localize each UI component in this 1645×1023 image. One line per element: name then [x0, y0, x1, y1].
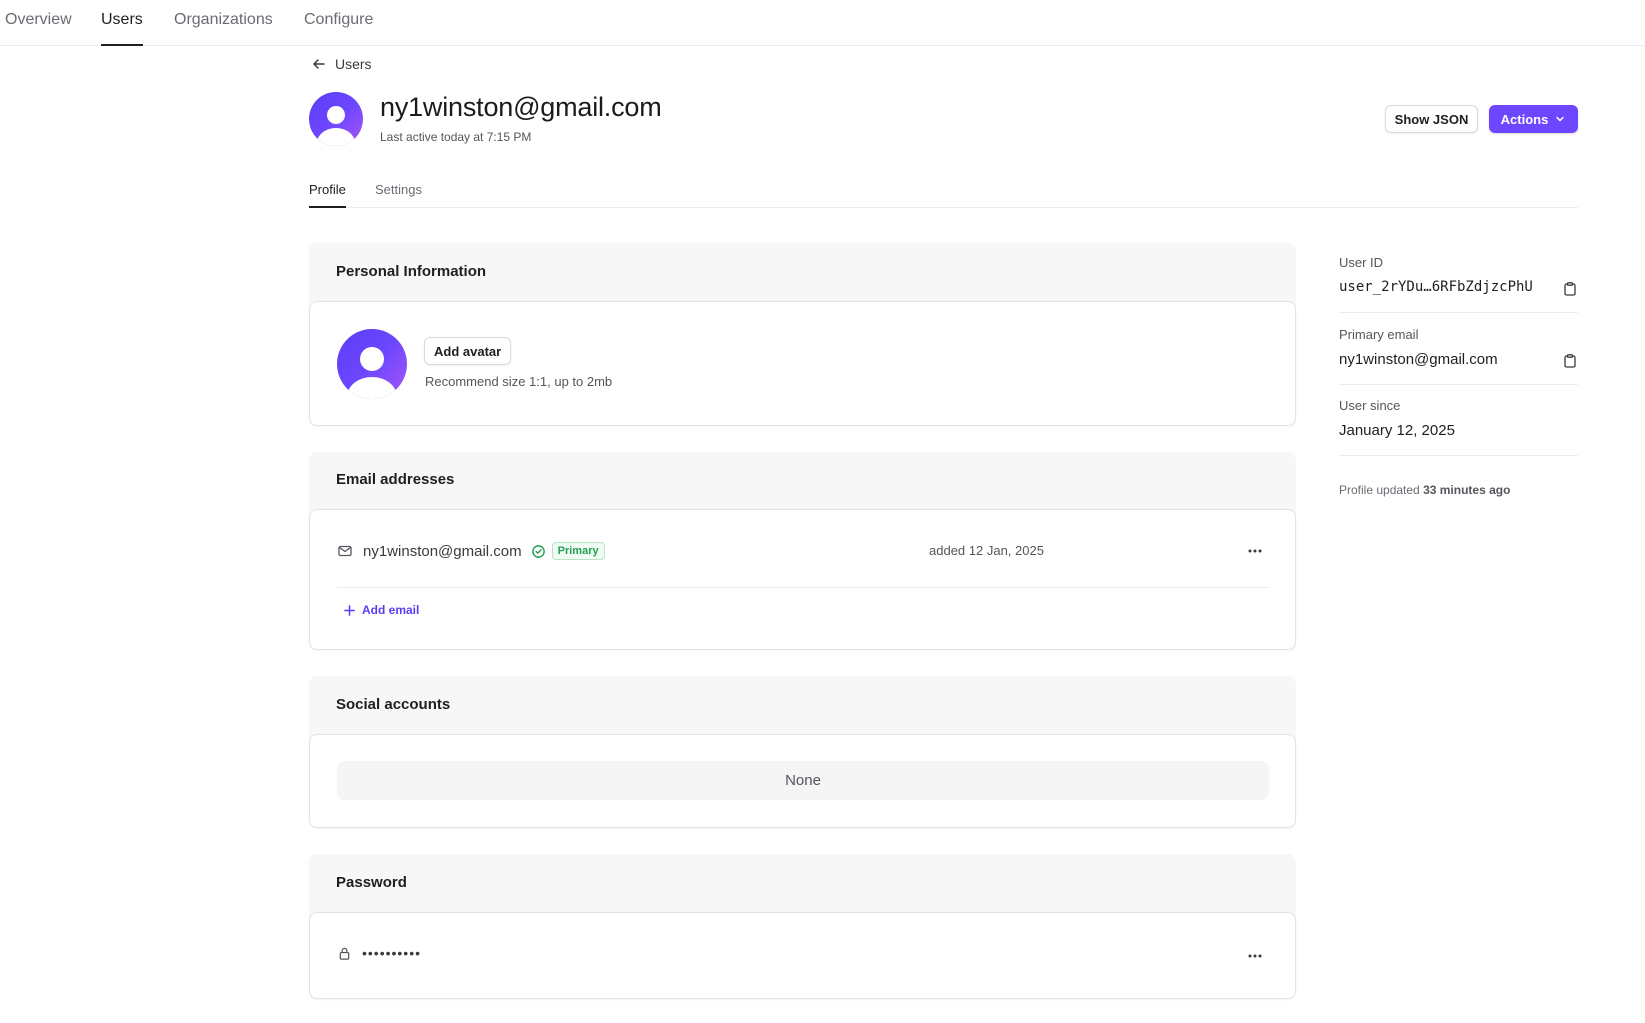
more-horizontal-icon — [1248, 954, 1262, 958]
user-avatar — [309, 92, 363, 146]
primary-email-value: ny1winston@gmail.com — [1339, 351, 1498, 368]
user-since-field: User since January 12, 2025 — [1339, 398, 1578, 456]
divider — [337, 587, 1269, 588]
email-added-date: added 12 Jan, 2025 — [929, 543, 1044, 558]
primary-badge: Primary — [551, 542, 605, 560]
nav-organizations[interactable]: Organizations — [174, 11, 273, 46]
profile-updated-text: Profile updated 33 minutes ago — [1339, 483, 1510, 497]
clipboard-icon[interactable] — [1562, 281, 1578, 297]
profile-tabs: Profile Settings — [309, 176, 1578, 208]
social-accounts-card: None — [309, 734, 1296, 828]
user-id-label: User ID — [1339, 255, 1384, 270]
user-since-label: User since — [1339, 398, 1401, 413]
section-title: Password — [336, 874, 407, 891]
more-horizontal-icon — [1248, 549, 1262, 553]
tab-profile[interactable]: Profile — [309, 182, 346, 208]
profile-updated-time: 33 minutes ago — [1423, 483, 1511, 497]
arrow-left-icon — [313, 59, 325, 69]
email-more-options-button[interactable] — [1245, 541, 1265, 561]
password-card: •••••••••• — [309, 912, 1296, 999]
primary-email-field: Primary email ny1winston@gmail.com — [1339, 327, 1578, 385]
profile-updated-prefix: Profile updated — [1339, 483, 1420, 497]
add-email-label: Add email — [362, 603, 420, 617]
lock-icon — [339, 947, 350, 960]
user-since-value: January 12, 2025 — [1339, 422, 1455, 439]
nav-overview[interactable]: Overview — [5, 11, 72, 46]
password-more-options-button[interactable] — [1245, 946, 1265, 966]
primary-email-label: Primary email — [1339, 327, 1419, 342]
check-circle-icon — [531, 544, 545, 558]
page-title: ny1winston@gmail.com — [380, 92, 662, 122]
personal-information-card: Add avatar Recommend size 1:1, up to 2mb — [309, 301, 1296, 426]
user-id-value: user_2rYDu…6RFbZdjzcPhU — [1339, 279, 1533, 295]
email-address: ny1winston@gmail.com — [363, 542, 522, 560]
breadcrumb-label: Users — [335, 56, 372, 72]
back-to-users-link[interactable]: Users — [311, 54, 372, 74]
empty-state: None — [337, 761, 1269, 800]
actions-button[interactable]: Actions — [1489, 105, 1578, 133]
password-masked: •••••••••• — [362, 945, 422, 961]
password-section: Password •••••••••• — [309, 854, 1296, 999]
password-row: •••••••••• — [337, 945, 421, 961]
add-email-button[interactable]: Add email — [343, 603, 419, 617]
nav-users[interactable]: Users — [101, 11, 143, 46]
profile-avatar[interactable] — [337, 329, 407, 399]
tab-settings[interactable]: Settings — [375, 182, 422, 208]
actions-label: Actions — [1500, 111, 1549, 127]
section-title: Social accounts — [336, 696, 451, 713]
chevron-down-icon — [1556, 116, 1565, 122]
user-id-field: User ID user_2rYDu…6RFbZdjzcPhU — [1339, 255, 1578, 313]
avatar-hint: Recommend size 1:1, up to 2mb — [425, 374, 613, 389]
nav-configure[interactable]: Configure — [304, 11, 373, 46]
section-title: Email addresses — [336, 471, 455, 488]
add-avatar-button[interactable]: Add avatar — [424, 337, 512, 365]
personal-information-section: Personal Information Add avatar Recommen… — [309, 243, 1296, 426]
top-nav: Overview Users Organizations Configure — [0, 0, 1645, 46]
email-addresses-card: ny1winston@gmail.com Primary added 12 Ja… — [309, 509, 1296, 650]
list-item: ny1winston@gmail.com Primary — [337, 536, 1269, 566]
show-json-button[interactable]: Show JSON — [1385, 105, 1478, 133]
plus-icon — [344, 604, 355, 616]
email-addresses-section: Email addresses ny1winston@gmail.com Pri… — [309, 452, 1296, 650]
mail-icon — [338, 545, 352, 557]
clipboard-icon[interactable] — [1562, 353, 1578, 369]
last-active-text: Last active today at 7:15 PM — [380, 130, 532, 144]
section-title: Personal Information — [336, 263, 487, 280]
social-accounts-section: Social accounts None — [309, 676, 1296, 828]
